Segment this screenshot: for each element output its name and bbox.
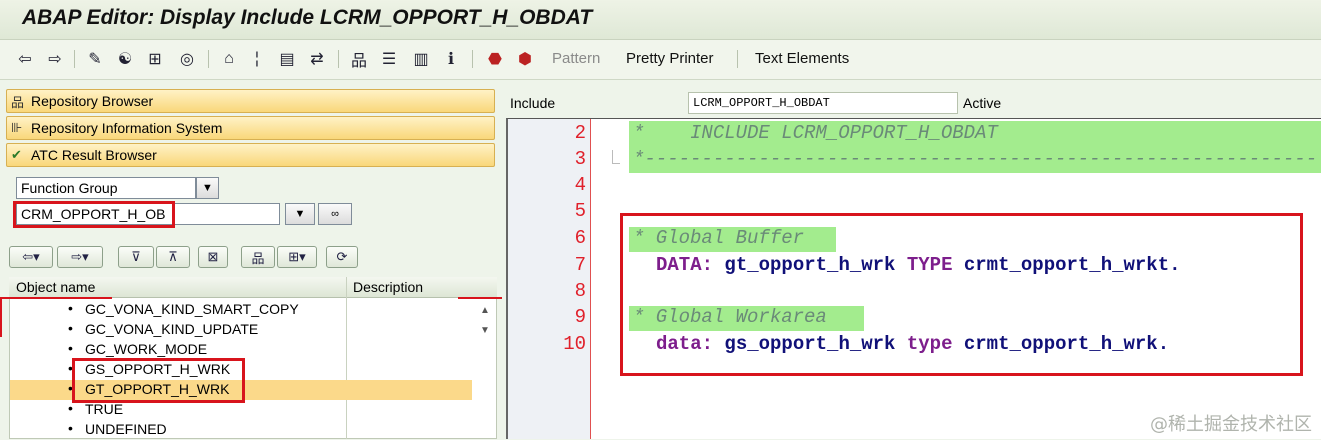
- atc-result-browser-button[interactable]: ✔ ATC Result Browser: [6, 143, 495, 167]
- text-elements-button[interactable]: Text Elements: [755, 50, 849, 67]
- object-name: UNDEFINED: [85, 421, 167, 437]
- line-number: 10: [563, 333, 586, 355]
- tree-icon[interactable]: 品: [241, 246, 275, 268]
- line-number: 6: [574, 227, 586, 249]
- include-label: Include: [510, 95, 556, 111]
- expand-icon[interactable]: ⊽: [118, 246, 154, 268]
- filter-icon[interactable]: ⊞▾: [277, 246, 317, 268]
- watermark: @稀土掘金技术社区: [1150, 414, 1312, 435]
- find-icon[interactable]: ⊠: [198, 246, 228, 268]
- stack-icon[interactable]: ☰: [378, 48, 400, 70]
- back-icon[interactable]: ⇦: [14, 48, 36, 70]
- hierarchy-icon: 品: [11, 94, 25, 110]
- nav-label: Repository Information System: [31, 120, 223, 136]
- hierarchy-icon[interactable]: 品: [348, 48, 370, 70]
- object-name: GC_WORK_MODE: [85, 341, 208, 357]
- toolbar-separator: [74, 50, 75, 68]
- print-icon[interactable]: ▥: [410, 48, 432, 70]
- col-description[interactable]: Description: [353, 279, 423, 295]
- object-name: GC_VONA_KIND_SMART_COPY: [85, 301, 299, 317]
- collapse-icon[interactable]: ⊼: [156, 246, 190, 268]
- toolbar-separator: [208, 50, 209, 68]
- display-object-list-icon[interactable]: ⌂: [218, 48, 240, 70]
- refresh-icon[interactable]: ⟳: [326, 246, 358, 268]
- status-text: Active: [963, 95, 1002, 111]
- list-item[interactable]: • GC_VONA_KIND_UPDATE: [10, 320, 472, 340]
- line-number: 3: [574, 148, 586, 170]
- test-icon[interactable]: ▤: [276, 48, 298, 70]
- where-used-list-icon[interactable]: ⇄: [306, 48, 328, 70]
- fold-marker: [612, 150, 620, 164]
- scroll-up-icon[interactable]: ▲: [480, 305, 490, 316]
- list-item[interactable]: • GC_VONA_KIND_SMART_COPY: [10, 300, 472, 320]
- activate-icon[interactable]: ◎: [176, 48, 198, 70]
- where-used-icon[interactable]: ☯: [114, 48, 136, 70]
- nav-label: ATC Result Browser: [31, 147, 157, 163]
- col-object-name[interactable]: Object name: [16, 279, 95, 295]
- next-object-icon[interactable]: ⇨▾: [57, 246, 103, 268]
- highlight-box: [13, 201, 175, 228]
- repository-browser-button[interactable]: 品 Repository Browser: [6, 89, 495, 113]
- check-syntax-icon[interactable]: ✎: [84, 48, 106, 70]
- dropdown-button[interactable]: ▼: [285, 203, 315, 225]
- line-number: 5: [574, 200, 586, 222]
- navigation-window-icon[interactable]: ¦: [246, 48, 268, 70]
- code-line-2: * INCLUDE LCRM_OPPORT_H_OBDAT: [633, 122, 998, 144]
- scroll-down-icon[interactable]: ▼: [480, 325, 490, 336]
- line-number: 8: [574, 280, 586, 302]
- info-icon[interactable]: ℹ: [440, 48, 462, 70]
- object-type-select[interactable]: Function Group: [16, 177, 196, 199]
- forward-icon[interactable]: ⇨: [44, 48, 66, 70]
- line-number: 7: [574, 254, 586, 276]
- bullet: •: [68, 300, 73, 316]
- bullet: •: [68, 320, 73, 336]
- nav-label: Repository Browser: [31, 93, 154, 109]
- list-item[interactable]: • TRUE: [10, 400, 472, 420]
- pattern-button[interactable]: Pattern: [552, 50, 600, 67]
- highlight-box: [620, 213, 1303, 376]
- include-name-field: LCRM_OPPORT_H_OBDAT: [688, 92, 958, 114]
- toolbar-separator: [737, 50, 738, 68]
- bullet: •: [68, 340, 73, 356]
- annotation-line: [0, 297, 112, 299]
- repository-info-system-button[interactable]: ⊪ Repository Information System: [6, 116, 495, 140]
- breakpoint-icon[interactable]: ⬣: [484, 48, 506, 70]
- chevron-down-icon[interactable]: ▼: [196, 177, 219, 199]
- line-number: 4: [574, 174, 586, 196]
- info-system-icon: ⊪: [11, 120, 23, 135]
- pretty-printer-button[interactable]: Pretty Printer: [626, 50, 714, 67]
- line-number: 9: [574, 306, 586, 328]
- highlight-box: [72, 358, 245, 403]
- bullet: •: [68, 420, 73, 436]
- object-name: GC_VONA_KIND_UPDATE: [85, 321, 259, 337]
- check-mark-icon: ✔: [11, 147, 22, 162]
- toolbar-separator: [472, 50, 473, 68]
- window-title: ABAP Editor: Display Include LCRM_OPPORT…: [22, 6, 593, 29]
- object-name: TRUE: [85, 401, 124, 417]
- line-number: 2: [574, 122, 586, 144]
- display-glasses-icon[interactable]: ∞: [318, 203, 352, 225]
- annotation-line: [0, 297, 2, 337]
- other-object-icon[interactable]: ⊞: [144, 48, 166, 70]
- list-item[interactable]: • GC_WORK_MODE: [10, 340, 472, 360]
- code-line-3: *---------------------------------------…: [633, 148, 1318, 170]
- toolbar-separator: [338, 50, 339, 68]
- session-breakpoint-icon[interactable]: ⬢: [514, 48, 536, 70]
- previous-object-icon[interactable]: ⇦▾: [9, 246, 53, 268]
- list-item[interactable]: • UNDEFINED: [10, 420, 472, 440]
